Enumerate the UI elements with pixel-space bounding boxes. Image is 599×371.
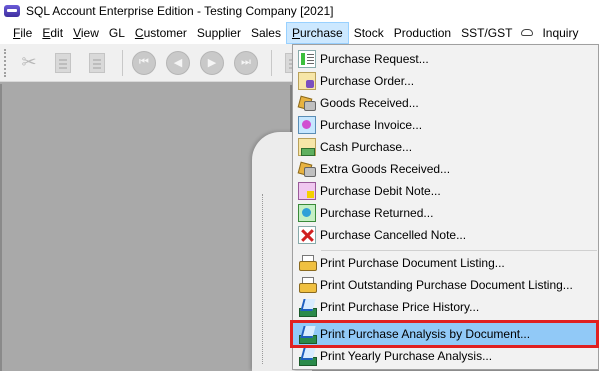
menu-item-purchase-order[interactable]: Purchase Order... bbox=[293, 70, 598, 92]
menu-bar: File Edit View GL Customer Supplier Sale… bbox=[0, 22, 599, 44]
first-record-icon[interactable]: ⏮ bbox=[129, 48, 159, 78]
menu-customer[interactable]: Customer bbox=[130, 22, 192, 44]
menu-file[interactable]: File bbox=[8, 22, 37, 44]
menu-item-print-yearly-purchase-analysis[interactable]: Print Yearly Purchase Analysis... bbox=[293, 345, 598, 367]
sql-account-logo-icon bbox=[4, 5, 20, 17]
purchase-request-icon bbox=[298, 50, 316, 68]
menu-item-print-purchase-document-listing[interactable]: Print Purchase Document Listing... bbox=[293, 252, 598, 274]
menu-gl[interactable]: GL bbox=[104, 22, 130, 44]
goods-received-icon bbox=[298, 94, 316, 112]
menu-purchase[interactable]: Purchase bbox=[285, 22, 349, 44]
menu-separator bbox=[321, 250, 597, 251]
menu-item-purchase-request[interactable]: Purchase Request... bbox=[293, 48, 598, 70]
toolbar-separator bbox=[271, 49, 272, 76]
last-record-icon[interactable]: ⏭ bbox=[231, 48, 261, 78]
toolbar-separator bbox=[122, 49, 123, 76]
purchase-debit-note-icon bbox=[298, 182, 316, 200]
cash-purchase-icon bbox=[298, 138, 316, 156]
menu-item-print-outstanding-purchase-document-listing[interactable]: Print Outstanding Purchase Document List… bbox=[293, 274, 598, 296]
menu-edit[interactable]: Edit bbox=[37, 22, 68, 44]
menu-stock[interactable]: Stock bbox=[349, 22, 389, 44]
menu-item-cash-purchase[interactable]: Cash Purchase... bbox=[293, 136, 598, 158]
mdi-background bbox=[0, 82, 290, 371]
menu-item-purchase-invoice[interactable]: Purchase Invoice... bbox=[293, 114, 598, 136]
extra-goods-received-icon bbox=[298, 160, 316, 178]
paste-icon[interactable] bbox=[82, 48, 112, 78]
menu-item-goods-received[interactable]: Goods Received... bbox=[293, 92, 598, 114]
chart-report-icon bbox=[298, 298, 317, 317]
purchase-cancelled-note-icon bbox=[298, 226, 316, 244]
cut-icon[interactable]: ✂ bbox=[14, 48, 44, 78]
menu-item-purchase-cancelled-note[interactable]: Purchase Cancelled Note... bbox=[293, 224, 598, 246]
purchase-invoice-icon bbox=[298, 116, 316, 134]
toolbar-grip[interactable] bbox=[4, 48, 8, 77]
menu-supplier[interactable]: Supplier bbox=[192, 22, 246, 44]
next-record-icon[interactable]: ▶ bbox=[197, 48, 227, 78]
printer-icon bbox=[298, 276, 317, 294]
menu-view[interactable]: View bbox=[68, 22, 104, 44]
menu-item-purchase-debit-note[interactable]: Purchase Debit Note... bbox=[293, 180, 598, 202]
menu-item-extra-goods-received[interactable]: Extra Goods Received... bbox=[293, 158, 598, 180]
menu-production[interactable]: Production bbox=[389, 22, 456, 44]
window-title: SQL Account Enterprise Edition - Testing… bbox=[26, 4, 334, 18]
menu-sst-gst[interactable]: SST/GST bbox=[456, 22, 517, 44]
menu-item-print-purchase-price-history[interactable]: Print Purchase Price History... bbox=[293, 296, 598, 318]
cloud-icon[interactable] bbox=[521, 28, 534, 36]
previous-record-icon[interactable]: ◀ bbox=[163, 48, 193, 78]
title-bar: SQL Account Enterprise Edition - Testing… bbox=[0, 0, 599, 22]
highlight-callout-box bbox=[290, 320, 599, 348]
menu-sales[interactable]: Sales bbox=[246, 22, 286, 44]
menu-inquiry[interactable]: Inquiry bbox=[537, 22, 583, 44]
printer-icon bbox=[298, 254, 317, 272]
purchase-returned-icon bbox=[298, 204, 316, 222]
chart-report-icon bbox=[298, 347, 317, 366]
copy-icon[interactable] bbox=[48, 48, 78, 78]
menu-item-purchase-returned[interactable]: Purchase Returned... bbox=[293, 202, 598, 224]
purchase-order-icon bbox=[298, 72, 316, 90]
